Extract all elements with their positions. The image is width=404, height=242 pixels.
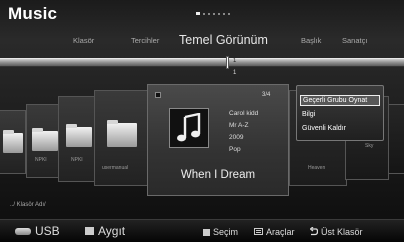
- tab-klasor[interactable]: Klasör: [73, 28, 94, 52]
- hint-select: Seçim: [203, 225, 238, 239]
- tools-popup-menu: Geçerli Grubu Oynat Bilgi Güvenli Kaldır: [296, 85, 384, 141]
- scroll-position-marker[interactable]: [226, 56, 229, 69]
- page-dot: [228, 12, 230, 15]
- device-aygit-label: Aygıt: [98, 224, 126, 238]
- device-usb[interactable]: USB: [15, 223, 60, 239]
- hint-tools: Araçlar: [254, 225, 295, 239]
- year-label: 2009: [229, 134, 244, 141]
- folder-card-label: NPKI: [35, 157, 47, 163]
- folder-path: ../ Klasör Adı/: [10, 202, 46, 208]
- folder-icon: [32, 128, 58, 151]
- music-browser-screen: Music Klasör Tercihler Temel Görünüm Baş…: [0, 0, 404, 242]
- tools-icon: [254, 227, 263, 237]
- menu-item-safe-remove[interactable]: Güvenli Kaldır: [302, 125, 346, 132]
- bottom-bar: USB Aygıt Seçim Araçlar Üst Klasör: [0, 219, 404, 242]
- folder-card[interactable]: usermanual: [94, 90, 148, 186]
- page-dot: [213, 12, 215, 15]
- item-position: 3/4: [262, 92, 271, 98]
- page-dot: [223, 12, 225, 15]
- folder-icon: [66, 124, 92, 147]
- device-aygit[interactable]: Aygıt: [85, 223, 125, 239]
- tab-baslik[interactable]: Başlık: [301, 28, 321, 52]
- track-title: When I Dream: [180, 169, 256, 181]
- focused-music-card[interactable]: 3/4 Carol kidd Mr A-Z 2009 Pop When I Dr…: [147, 84, 289, 196]
- page-dot: [203, 12, 205, 15]
- scroll-position-label: 1: [233, 58, 237, 64]
- timeline-scrollbar[interactable]: [0, 58, 404, 67]
- page-dot: [208, 12, 210, 15]
- folder-icon: [3, 130, 23, 153]
- hint-return-label: Üst Klasör: [321, 227, 363, 237]
- album-label: Mr A-Z: [229, 122, 249, 129]
- menu-item-info[interactable]: Bilgi: [302, 111, 315, 118]
- music-note-icon: [169, 108, 209, 148]
- tab-temel-gorunum[interactable]: Temel Görünüm: [179, 28, 268, 52]
- menu-item-play-current-group[interactable]: Geçerli Grubu Oynat: [300, 95, 380, 106]
- device-usb-label: USB: [35, 224, 60, 238]
- folder-card-label: NPKI: [71, 157, 83, 163]
- hint-select-label: Seçim: [213, 227, 239, 237]
- app-title: Music: [8, 4, 58, 23]
- folder-card[interactable]: NPKI: [26, 104, 62, 178]
- folder-card[interactable]: NPKI: [58, 96, 98, 182]
- select-icon: [203, 228, 210, 236]
- music-card[interactable]: [388, 104, 404, 174]
- hint-tools-label: Araçlar: [266, 227, 295, 237]
- sort-tabs: Klasör Tercihler Temel Görünüm Başlık Sa…: [0, 28, 404, 52]
- folder-icon: [107, 120, 137, 147]
- return-icon: [309, 225, 319, 238]
- artist-label: Carol kidd: [229, 110, 259, 117]
- genre-label: Pop: [229, 146, 241, 153]
- item-count-label: 1: [233, 70, 237, 76]
- folder-card-label: usermanual: [102, 165, 129, 171]
- tab-tercihler[interactable]: Tercihler: [131, 28, 159, 52]
- usb-icon: [15, 227, 31, 235]
- music-card-label: Heaven: [308, 165, 326, 171]
- page-dot: [196, 12, 200, 15]
- hint-return: Üst Klasör: [309, 225, 363, 239]
- page-indicator: [196, 12, 230, 15]
- music-card-label: Sky: [365, 143, 374, 149]
- folder-card[interactable]: [0, 110, 26, 174]
- page-dot: [218, 12, 220, 15]
- device-icon: [85, 227, 94, 235]
- selection-checkbox[interactable]: [155, 92, 161, 98]
- tab-sanatci[interactable]: Sanatçı: [342, 28, 367, 52]
